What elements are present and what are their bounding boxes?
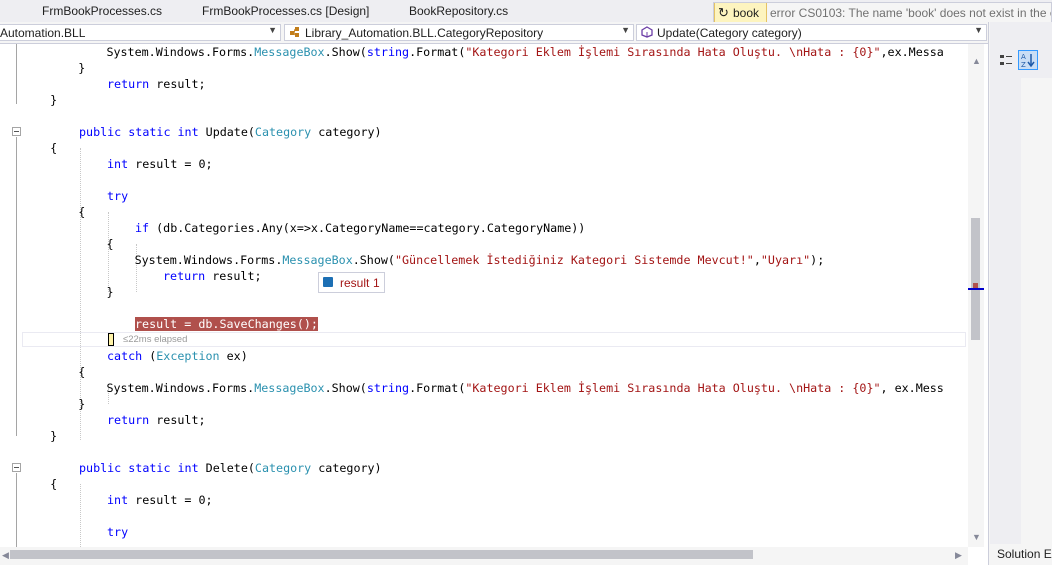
scroll-down-arrow-icon[interactable]: ▼ — [972, 532, 981, 542]
collapse-icon[interactable] — [12, 127, 21, 136]
svg-text:A: A — [1021, 53, 1026, 61]
tab-frmbookprocesses-design[interactable]: FrmBookProcesses.cs [Design] — [202, 4, 369, 18]
scrollbar-thumb[interactable] — [10, 550, 753, 559]
svg-text:Z: Z — [1021, 61, 1026, 69]
code-line: public static int Update(Category catego… — [79, 125, 382, 139]
code-line: public static int Delete(Category catego… — [79, 461, 382, 475]
scroll-left-arrow-icon[interactable]: ◀ — [2, 550, 9, 561]
code-line: try — [107, 189, 129, 203]
outlining-margin — [0, 44, 22, 547]
code-line: System.Windows.Forms.MessageBox.Show(str… — [22, 45, 944, 59]
datatip-variable-name: result — [340, 276, 370, 290]
variable-datatip[interactable]: result 1 — [318, 272, 385, 293]
code-line: } — [22, 61, 86, 75]
code-line: { — [22, 237, 114, 251]
sort-alphabetical-icon: A Z — [1021, 53, 1035, 69]
outline-line — [16, 473, 17, 547]
scrollbar-thumb[interactable] — [971, 218, 980, 340]
refresh-icon[interactable]: ↻ — [718, 5, 729, 21]
code-line: } — [22, 397, 86, 411]
code-line: { — [22, 477, 58, 491]
perf-tip[interactable]: ≤22ms elapsed — [123, 334, 187, 345]
code-line: { — [22, 205, 86, 219]
code-line: int result = 0; — [107, 157, 213, 171]
tab-bookrepository-cs[interactable]: BookRepository.cs — [409, 4, 508, 18]
member-name: Update(Category category) — [657, 26, 802, 40]
project-dropdown[interactable]: Automation.BLL ▼ — [0, 24, 281, 41]
code-line: return result; — [107, 77, 206, 91]
solution-explorer-tab[interactable]: Solution Ex — [997, 547, 1052, 561]
collapse-icon[interactable] — [12, 463, 21, 472]
code-line: } — [22, 429, 58, 443]
code-line: catch (Exception ex) — [107, 349, 248, 363]
alphabetical-view-button[interactable]: A Z — [1018, 50, 1038, 70]
project-name: Automation.BLL — [0, 26, 86, 40]
breakpoint-line[interactable]: result = db.SaveChanges(); — [135, 316, 318, 332]
error-message: error CS0103: The name 'book' does not e… — [770, 6, 1052, 20]
horizontal-scrollbar[interactable]: ◀ ▶ — [0, 547, 968, 565]
breakpoint-highlight: result = db.SaveChanges(); — [135, 317, 318, 331]
vertical-scrollbar[interactable]: ▲ ▼ — [968, 44, 984, 547]
code-navigation-bar: Automation.BLL ▼ Library_Automation.BLL.… — [0, 22, 988, 44]
code-line: return result; — [163, 269, 262, 283]
code-line: try — [107, 525, 129, 539]
scroll-right-arrow-icon[interactable]: ▶ — [955, 550, 962, 561]
outline-line — [16, 137, 17, 436]
caret-position-marker — [968, 288, 984, 290]
properties-panel: A Z — [990, 22, 1052, 544]
code-line: if (db.Categories.Any(x=>x.CategoryName=… — [135, 221, 586, 235]
chevron-down-icon: ▼ — [974, 25, 983, 35]
code-line: int result = 0; — [107, 493, 213, 507]
class-icon — [290, 27, 299, 37]
outline-line — [16, 44, 17, 104]
scroll-up-arrow-icon[interactable]: ▲ — [972, 56, 981, 66]
code-line: } — [22, 93, 58, 107]
property-grid — [1021, 78, 1052, 544]
error-banner[interactable]: ↻ book error CS0103: The name 'book' doe… — [713, 2, 1052, 23]
class-dropdown[interactable]: Library_Automation.BLL.CategoryRepositor… — [284, 24, 634, 41]
datatip-value[interactable]: 1 — [373, 276, 380, 290]
method-icon — [641, 26, 653, 38]
code-line: } — [22, 285, 114, 299]
categorized-icon — [1000, 55, 1012, 65]
solution-explorer-pane: A Z Solution Ex — [988, 22, 1052, 565]
code-line: { — [22, 365, 86, 379]
member-dropdown[interactable]: Update(Category category) ▼ — [636, 24, 987, 41]
tab-frmbookprocesses-cs[interactable]: FrmBookProcesses.cs — [42, 4, 162, 18]
brace-match-caret — [108, 333, 114, 346]
error-word: book — [733, 6, 760, 20]
code-line: System.Windows.Forms.MessageBox.Show("Gü… — [22, 253, 825, 267]
variable-icon — [323, 277, 333, 287]
chevron-down-icon: ▼ — [621, 25, 630, 35]
code-line: System.Windows.Forms.MessageBox.Show(str… — [22, 381, 944, 395]
chevron-down-icon: ▼ — [268, 25, 277, 35]
class-name: Library_Automation.BLL.CategoryRepositor… — [305, 26, 544, 40]
indent-guide — [80, 484, 81, 547]
categorized-view-button[interactable] — [996, 50, 1016, 70]
code-editor[interactable]: System.Windows.Forms.MessageBox.Show(str… — [22, 44, 968, 547]
code-line: return result; — [107, 413, 206, 427]
code-line: { — [22, 141, 58, 155]
